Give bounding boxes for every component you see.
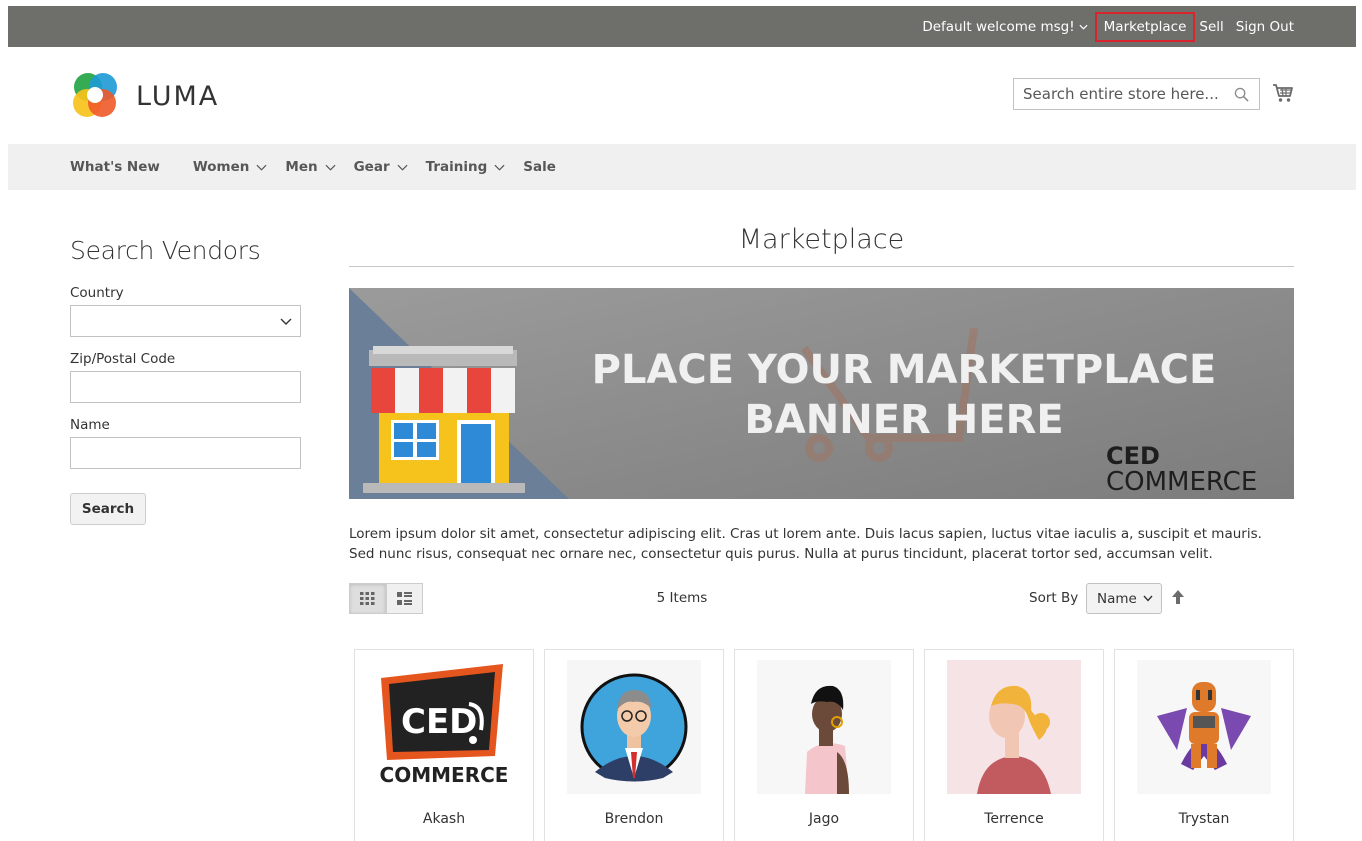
country-label: Country: [70, 285, 124, 301]
banner-graphic: PLACE YOUR MARKETPLACE BANNER HERE CED C…: [349, 288, 1294, 499]
zip-input[interactable]: [70, 371, 301, 403]
marketplace-description: Lorem ipsum dolor sit amet, consectetur …: [349, 526, 1262, 562]
vendor-name[interactable]: Trystan: [1115, 811, 1293, 827]
nav-label: Men: [285, 159, 318, 175]
sidebar-title: Search Vendors: [70, 236, 261, 265]
chevron-down-icon: [325, 164, 336, 171]
vendor-avatar-trystan: [1137, 660, 1271, 794]
sort-label: Sort By: [1029, 590, 1079, 606]
vendor-name[interactable]: Akash: [355, 811, 533, 827]
nav-label: Women: [192, 159, 250, 175]
nav-item-training[interactable]: Training: [426, 159, 506, 175]
grid-icon: [360, 592, 375, 605]
chevron-down-icon: [1079, 24, 1088, 30]
chevron-down-icon: [1143, 595, 1153, 602]
nav-item-sale[interactable]: Sale: [523, 159, 556, 175]
list-icon: [397, 592, 412, 605]
vendor-card[interactable]: CED COMMERCE Akash: [354, 649, 534, 841]
name-input[interactable]: [70, 437, 301, 469]
search-vendors-button[interactable]: Search: [70, 493, 146, 525]
luma-logo-icon: [73, 73, 117, 117]
sign-out-link[interactable]: Sign Out: [1236, 19, 1294, 35]
chevron-down-icon: [280, 318, 292, 325]
sort-by-select[interactable]: Name: [1086, 583, 1162, 614]
nav-label: Training: [425, 159, 488, 175]
header-links: Default welcome msg! Marketplace Sell Si…: [922, 6, 1294, 47]
vendor-search-sidebar: Search Vendors Country Zip/Postal Code N…: [70, 236, 301, 525]
welcome-message[interactable]: Default welcome msg!: [922, 18, 1088, 35]
welcome-text: Default welcome msg!: [922, 18, 1075, 35]
nav-item-gear[interactable]: Gear: [354, 159, 408, 175]
nav-item-women[interactable]: Women: [193, 159, 268, 175]
nav-item-whats-new[interactable]: What's New: [70, 159, 160, 175]
vendor-logo-ced-commerce: CED COMMERCE: [377, 660, 511, 794]
grid-view-button[interactable]: [349, 583, 386, 614]
main-navigation: What's New Women Men Gear Training Sale: [8, 144, 1356, 190]
banner-headline-1: PLACE YOUR MARKETPLACE: [592, 347, 1217, 393]
country-select[interactable]: [70, 305, 301, 337]
page-title: Marketplace: [738, 224, 905, 255]
banner-headline-2: BANNER HERE: [744, 397, 1063, 443]
marketplace-link[interactable]: Marketplace: [1094, 11, 1196, 42]
vendor-logo-text-2: COMMERCE: [380, 763, 509, 787]
chevron-down-icon: [256, 164, 267, 171]
sell-link[interactable]: Sell: [1199, 19, 1223, 35]
search-icon[interactable]: [1234, 87, 1249, 102]
sort-value: Name: [1097, 590, 1137, 607]
banner-brand-1: CED: [1106, 442, 1160, 470]
nav-item-men[interactable]: Men: [285, 159, 336, 175]
vendor-card[interactable]: Jago: [734, 649, 914, 841]
vendor-card[interactable]: Terrence: [924, 649, 1104, 841]
chevron-down-icon: [494, 164, 505, 171]
search-input[interactable]: [1023, 85, 1223, 103]
name-label: Name: [70, 417, 110, 433]
vendor-card[interactable]: Brendon: [544, 649, 724, 841]
chevron-down-icon: [397, 164, 408, 171]
nav-label: Sale: [523, 159, 556, 175]
vendor-name[interactable]: Terrence: [925, 811, 1103, 827]
zip-label: Zip/Postal Code: [70, 351, 176, 367]
vendor-name[interactable]: Jago: [735, 811, 913, 827]
banner-brand-2: COMMERCE: [1106, 467, 1257, 497]
sort-direction-arrow-icon[interactable]: [1171, 589, 1185, 605]
vendor-logo-text-1: CED: [401, 702, 477, 742]
vendor-grid: CED COMMERCE Akash Brendon Jago Terrence…: [354, 649, 1294, 841]
marketplace-banner: PLACE YOUR MARKETPLACE BANNER HERE CED C…: [349, 288, 1294, 499]
items-count: 5 Items: [656, 590, 708, 606]
logo-text: LUMA: [136, 80, 220, 112]
vendor-card[interactable]: Trystan: [1114, 649, 1294, 841]
vendor-avatar-jago: [757, 660, 891, 794]
cart-icon[interactable]: [1272, 82, 1294, 104]
list-view-button[interactable]: [386, 583, 423, 614]
vendor-avatar-brendon: [567, 660, 701, 794]
title-divider: [349, 266, 1294, 267]
top-panel: Default welcome msg! Marketplace Sell Si…: [8, 6, 1356, 47]
store-search: [1013, 78, 1260, 110]
view-mode-switcher: [349, 583, 424, 614]
nav-label: Gear: [353, 159, 390, 175]
nav-label: What's New: [70, 159, 160, 175]
vendor-avatar-terrence: [947, 660, 1081, 794]
luma-logo[interactable]: LUMA: [70, 70, 219, 120]
vendor-name[interactable]: Brendon: [545, 811, 723, 827]
